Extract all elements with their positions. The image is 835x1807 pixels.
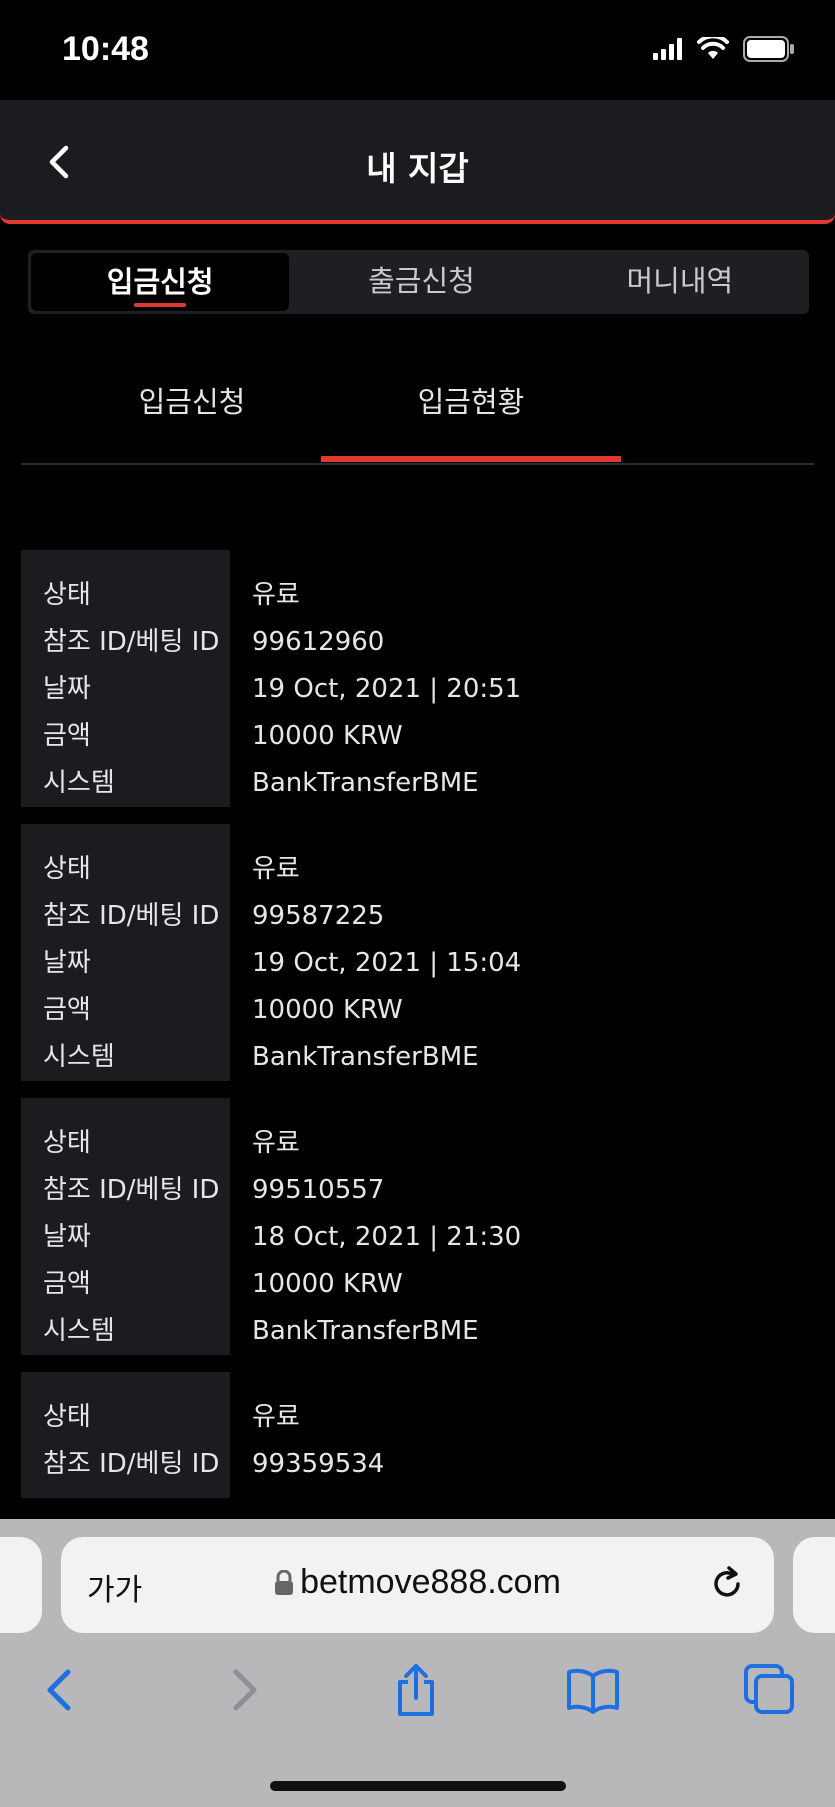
home-indicator	[270, 1781, 566, 1791]
row-value: 99359534	[252, 1449, 385, 1479]
record-row-status: 상태 유료	[21, 1394, 814, 1441]
share-icon[interactable]	[388, 1662, 444, 1718]
tab-withdraw-request[interactable]: 출금신청	[292, 250, 550, 314]
deposit-record: 상태 유료 참조 ID/베팅 ID 99612960 날짜 19 Oct, 2021 …	[21, 550, 814, 807]
record-row-status: 상태 유료	[21, 1120, 814, 1167]
row-label: 참조 ID/베팅 ID	[43, 901, 220, 931]
row-label: 상태	[43, 580, 91, 610]
tab-label: 머니내역	[626, 264, 734, 298]
main-tabbar: 입금신청 출금신청 머니내역	[28, 250, 809, 314]
row-value: 99612960	[252, 627, 385, 657]
previous-tab-card[interactable]	[0, 1537, 42, 1633]
signal-icon	[653, 38, 682, 60]
tab-money-history[interactable]: 머니내역	[551, 250, 809, 314]
row-label: 참조 ID/베팅 ID	[43, 1449, 220, 1479]
sub-tabbar: 입금신청 입금현황	[21, 360, 814, 465]
status-bar: 10:48	[0, 0, 835, 100]
record-row-date: 날짜 18 Oct, 2021 | 21:30	[21, 1214, 814, 1261]
row-value: 19 Oct, 2021 | 20:51	[252, 674, 522, 704]
tab-deposit-request[interactable]: 입금신청	[31, 253, 290, 311]
browser-toolbar	[0, 1654, 835, 1724]
record-row-date: 날짜 19 Oct, 2021 | 15:04	[21, 940, 814, 987]
url-display[interactable]: betmove888.com	[61, 1563, 774, 1602]
status-icons	[653, 36, 795, 62]
row-label: 시스템	[43, 1042, 115, 1072]
row-value: 유료	[252, 1402, 300, 1432]
address-bar[interactable]: 가가 betmove888.com	[61, 1537, 774, 1633]
row-value: BankTransferBME	[252, 768, 479, 798]
row-value: 유료	[252, 854, 300, 884]
row-value: 유료	[252, 580, 300, 610]
bookmarks-icon[interactable]	[565, 1662, 621, 1718]
row-value: 18 Oct, 2021 | 21:30	[252, 1222, 522, 1252]
record-row-system: 시스템 BankTransferBME	[21, 760, 814, 807]
row-label: 참조 ID/베팅 ID	[43, 1175, 220, 1205]
row-label: 상태	[43, 1402, 91, 1432]
row-value: 99587225	[252, 901, 385, 931]
record-row-system: 시스템 BankTransferBME	[21, 1034, 814, 1081]
record-row-ref-id: 참조 ID/베팅 ID 99359534	[21, 1441, 814, 1488]
row-value: 유료	[252, 1128, 300, 1158]
next-tab-card[interactable]	[793, 1537, 835, 1633]
record-row-amount: 금액 10000 KRW	[21, 713, 814, 760]
row-value: 10000 KRW	[252, 721, 403, 751]
row-value: 10000 KRW	[252, 1269, 403, 1299]
tabs-icon[interactable]	[742, 1662, 798, 1718]
record-row-system: 시스템 BankTransferBME	[21, 1308, 814, 1355]
status-time: 10:48	[62, 30, 149, 68]
row-label: 상태	[43, 1128, 91, 1158]
subtab-deposit-request[interactable]: 입금신청	[42, 360, 342, 461]
row-value: 19 Oct, 2021 | 15:04	[252, 948, 522, 978]
row-label: 날짜	[43, 674, 91, 704]
deposit-record: 상태 유료 참조 ID/베팅 ID 99359534	[21, 1372, 814, 1498]
row-label: 날짜	[43, 1222, 91, 1252]
browser-chrome: 가가 betmove888.com	[0, 1519, 835, 1807]
tab-label: 출금신청	[368, 264, 475, 298]
active-subtab-indicator	[321, 456, 621, 462]
row-label: 시스템	[43, 768, 115, 798]
subtab-deposit-status[interactable]: 입금현황	[321, 360, 621, 462]
row-label: 시스템	[43, 1316, 115, 1346]
row-label: 금액	[43, 1269, 91, 1299]
active-tab-indicator	[134, 303, 187, 307]
row-label: 금액	[43, 995, 91, 1025]
row-label: 상태	[43, 854, 91, 884]
subtab-label: 입금현황	[417, 385, 525, 419]
row-label: 참조 ID/베팅 ID	[43, 627, 220, 657]
record-row-amount: 금액 10000 KRW	[21, 1261, 814, 1308]
tab-label: 입금신청	[106, 265, 214, 299]
row-value: BankTransferBME	[252, 1042, 479, 1072]
deposit-record: 상태 유료 참조 ID/베팅 ID 99587225 날짜 19 Oct, 2021 …	[21, 824, 814, 1081]
browser-forward-icon[interactable]	[214, 1662, 270, 1718]
record-row-ref-id: 참조 ID/베팅 ID 99510557	[21, 1167, 814, 1214]
row-value: 99510557	[252, 1175, 385, 1205]
url-text: betmove888.com	[300, 1563, 561, 1601]
reload-icon[interactable]	[708, 1565, 746, 1603]
row-value: BankTransferBME	[252, 1316, 479, 1346]
lock-icon	[275, 1569, 294, 1595]
app-header: 내 지갑	[0, 100, 835, 224]
row-label: 날짜	[43, 948, 91, 978]
page-title: 내 지갑	[366, 149, 469, 188]
record-row-date: 날짜 19 Oct, 2021 | 20:51	[21, 666, 814, 713]
wifi-icon	[697, 37, 729, 59]
subtab-label: 입금신청	[138, 385, 246, 419]
record-row-ref-id: 참조 ID/베팅 ID 99587225	[21, 893, 814, 940]
record-row-ref-id: 참조 ID/베팅 ID 99612960	[21, 619, 814, 666]
record-row-amount: 금액 10000 KRW	[21, 987, 814, 1034]
record-row-status: 상태 유료	[21, 846, 814, 893]
battery-icon	[743, 36, 794, 62]
row-label: 금액	[43, 721, 91, 751]
row-value: 10000 KRW	[252, 995, 403, 1025]
deposit-record: 상태 유료 참조 ID/베팅 ID 99510557 날짜 18 Oct, 2021 …	[21, 1098, 814, 1355]
record-row-status: 상태 유료	[21, 572, 814, 619]
browser-back-icon[interactable]	[34, 1662, 90, 1718]
